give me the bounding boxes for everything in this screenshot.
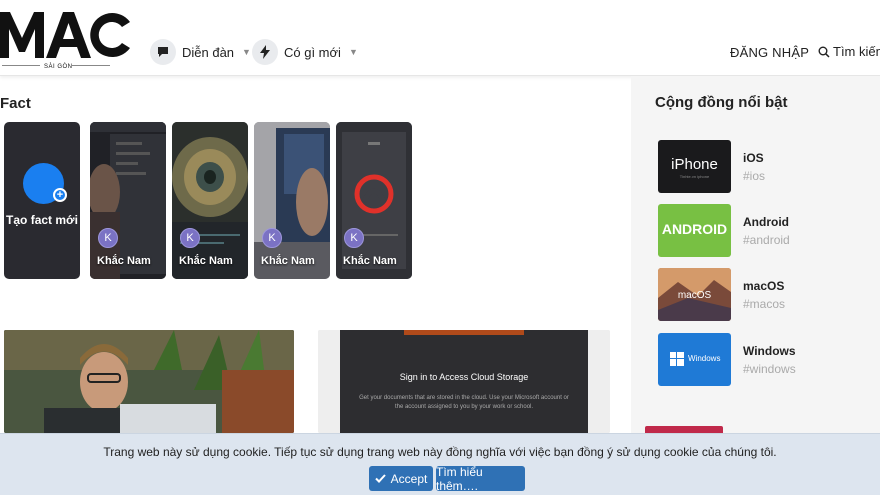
community-tag: #macos	[743, 297, 786, 311]
plus-icon: +	[53, 188, 67, 202]
logo-mark	[0, 12, 130, 67]
author-name: Khắc Nam	[261, 255, 315, 267]
article-card-cloud[interactable]: Sign in to Access Cloud Storage Get your…	[318, 330, 610, 433]
create-fact-button[interactable]: + Tạo fact mới	[4, 122, 80, 279]
thumb-label: iPhone	[671, 156, 718, 173]
cookie-notice: Trang web này sử dụng cookie. Tiếp tục s…	[0, 433, 880, 495]
nav-forums[interactable]: Diễn đàn ▼	[150, 38, 251, 66]
check-icon	[374, 474, 386, 483]
author-name: Khắc Nam	[97, 255, 151, 267]
community-thumbnail: iPhone Tinhte.vn iphone	[658, 140, 731, 193]
thumb-label: macOS	[677, 290, 712, 301]
community-tag: #ios	[743, 169, 766, 183]
community-thumbnail: ANDROID	[658, 204, 731, 257]
community-tag: #android	[743, 233, 790, 247]
fact-card[interactable]: K Khắc Nam	[254, 122, 330, 279]
cloud-storage-title: Sign in to Access Cloud Storage	[399, 372, 529, 382]
community-macos[interactable]: macOS macOS #macos	[658, 268, 868, 321]
search-link[interactable]: Tìm kiếm	[818, 44, 880, 59]
author-avatar: K	[262, 228, 282, 248]
author-name: Khắc Nam	[179, 255, 233, 267]
create-fact-icon: +	[23, 163, 67, 204]
search-label: Tìm kiếm	[833, 44, 880, 59]
cloud-storage-body: Get your documents that are stored in th…	[359, 395, 569, 410]
fact-card[interactable]: K Khắc Nam	[336, 122, 412, 279]
thumb-caption: Tinhte.vn iphone	[679, 174, 710, 179]
author-name: Khắc Nam	[343, 255, 397, 267]
community-tag: #windows	[743, 362, 796, 376]
community-name: iOS	[743, 151, 764, 165]
site-header: SÀI GÒN Diễn đàn ▼ Có gì mới ▼ ĐĂNG NHẬP…	[0, 0, 880, 76]
site-logo[interactable]: SÀI GÒN	[0, 2, 135, 72]
featured-communities-title: Cộng đồng nổi bật	[655, 94, 788, 111]
cookie-notice-text: Trang web này sử dụng cookie. Tiếp tục s…	[103, 445, 777, 459]
learn-more-button[interactable]: Tìm hiểu thêm….	[436, 464, 525, 493]
nav-whats-new[interactable]: Có gì mới ▼	[252, 38, 358, 66]
fact-card[interactable]: K Khắc Nam	[90, 122, 166, 279]
search-icon	[818, 46, 830, 58]
article-image	[4, 330, 294, 433]
community-thumbnail: Windows	[658, 333, 731, 386]
community-name: Android	[743, 215, 789, 229]
windows-logo-icon	[670, 352, 684, 366]
chevron-down-icon: ▼	[348, 47, 358, 57]
login-link[interactable]: ĐĂNG NHẬP	[730, 45, 809, 60]
chevron-down-icon: ▼	[242, 47, 251, 57]
author-avatar: K	[180, 228, 200, 248]
thumb-label: ANDROID	[661, 221, 728, 237]
fact-card[interactable]: K Khắc Nam	[172, 122, 248, 279]
bolt-icon	[252, 39, 278, 65]
accept-button-label: Accept	[390, 471, 428, 486]
learn-more-label: Tìm hiểu thêm….	[436, 464, 483, 493]
community-windows[interactable]: Windows Windows #windows	[658, 333, 868, 386]
create-fact-label: Tạo fact mới	[6, 213, 78, 227]
article-card-photo[interactable]	[4, 330, 294, 433]
community-ios[interactable]: iPhone Tinhte.vn iphone iOS #ios	[658, 140, 868, 193]
fact-section-title: Fact	[0, 95, 31, 112]
community-android[interactable]: ANDROID Android #android	[658, 204, 868, 257]
nav-whats-new-label: Có gì mới	[284, 44, 341, 60]
community-thumbnail: macOS	[658, 268, 731, 321]
community-name: macOS	[743, 279, 785, 293]
author-avatar: K	[98, 228, 118, 248]
community-name: Windows	[743, 344, 796, 358]
comment-icon	[150, 39, 176, 65]
author-avatar: K	[344, 228, 364, 248]
thumb-label: Windows	[688, 354, 721, 363]
accept-button[interactable]: Accept	[369, 466, 433, 491]
logo-subtitle: SÀI GÒN	[44, 64, 73, 70]
nav-forums-label: Diễn đàn	[182, 44, 235, 60]
